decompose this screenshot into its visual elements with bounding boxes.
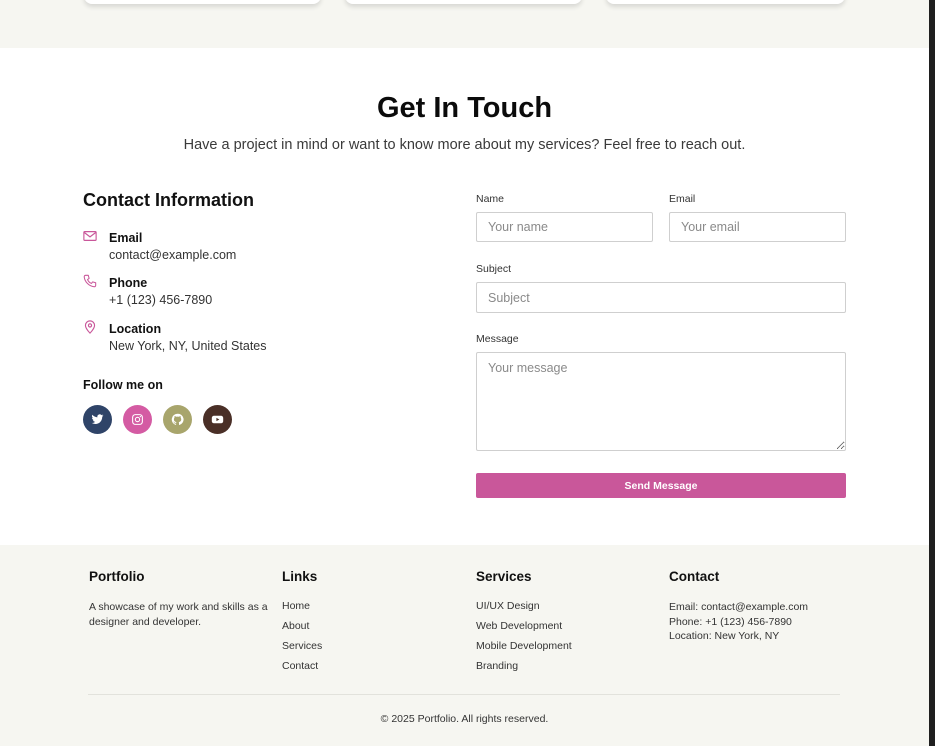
footer-service-branding[interactable]: Branding [476, 660, 646, 680]
github-icon [171, 413, 184, 425]
contact-item-label: Location [109, 322, 162, 336]
contact-section: Get In Touch Have a project in mind or w… [0, 48, 929, 545]
footer-contact-phone: Phone: +1 (123) 456-7890 [669, 615, 792, 628]
follow-label: Follow me on [83, 378, 163, 392]
section-subtitle: Have a project in mind or want to know m… [183, 137, 746, 153]
email-label: Email [669, 193, 696, 205]
previous-section [0, 0, 929, 48]
footer-service-mobile[interactable]: Mobile Development [476, 640, 646, 660]
footer-contact: Contact Email: contact@example.com Phone… [669, 569, 849, 644]
contact-item-label: Phone [109, 276, 148, 290]
section-title: Get In Touch [376, 92, 553, 124]
footer-brand: Portfolio A showcase of my work and skil… [89, 569, 269, 629]
contact-item-location: Location New York, NY, United States [83, 320, 383, 360]
footer-link-about[interactable]: About [282, 620, 442, 640]
footer-link-contact[interactable]: Contact [282, 660, 442, 680]
email-input[interactable] [669, 212, 846, 242]
instagram-icon [132, 414, 143, 425]
footer-service-uiux[interactable]: UI/UX Design [476, 600, 646, 620]
footer-services-title: Services [476, 569, 532, 584]
name-label: Name [476, 193, 505, 205]
footer-service-web[interactable]: Web Development [476, 620, 646, 640]
footer-contact-location: Location: New York, NY [669, 630, 780, 642]
footer-divider [88, 694, 840, 695]
map-pin-icon [84, 320, 96, 334]
message-label: Message [476, 333, 519, 345]
footer-links-title: Links [282, 569, 318, 584]
contact-item-value: New York, NY, United States [109, 339, 267, 353]
contact-item-phone: Phone +1 (123) 456-7890 [83, 274, 383, 314]
copyright: © 2025 Portfolio. All rights reserved. [380, 713, 549, 725]
contact-item-value: contact@example.com [109, 248, 237, 262]
card-bottom-edge [345, 0, 582, 4]
contact-item-label: Email [109, 231, 143, 245]
footer-contact-title: Contact [669, 569, 720, 584]
github-link[interactable] [163, 405, 192, 434]
name-input[interactable] [476, 212, 653, 242]
footer-contact-email: Email: contact@example.com [669, 601, 809, 613]
footer-link-services[interactable]: Services [282, 640, 442, 660]
youtube-link[interactable] [203, 405, 232, 434]
twitter-icon [91, 414, 104, 424]
phone-icon [83, 274, 97, 288]
contact-item-value: +1 (123) 456-7890 [109, 293, 213, 307]
instagram-link[interactable] [123, 405, 152, 434]
mail-icon [83, 231, 97, 241]
message-textarea[interactable] [476, 352, 846, 451]
youtube-icon [211, 415, 224, 424]
footer-link-home[interactable]: Home [282, 600, 442, 620]
footer-brand-title: Portfolio [89, 569, 145, 584]
window-edge [929, 0, 935, 746]
contact-info-title: Contact Information [83, 190, 254, 210]
subject-label: Subject [476, 263, 512, 275]
subject-input[interactable] [476, 282, 846, 313]
card-bottom-edge [606, 0, 845, 4]
card-bottom-edge [84, 0, 321, 4]
twitter-link[interactable] [83, 405, 112, 434]
footer: Portfolio A showcase of my work and skil… [0, 545, 929, 746]
contact-item-email: Email contact@example.com [83, 229, 383, 269]
send-message-button[interactable]: Send Message [476, 473, 846, 498]
footer-services: Services UI/UX Design Web Development Mo… [476, 569, 646, 680]
footer-brand-text: A showcase of my work and skills as a de… [89, 601, 268, 628]
footer-links: Links Home About Services Contact [282, 569, 442, 680]
